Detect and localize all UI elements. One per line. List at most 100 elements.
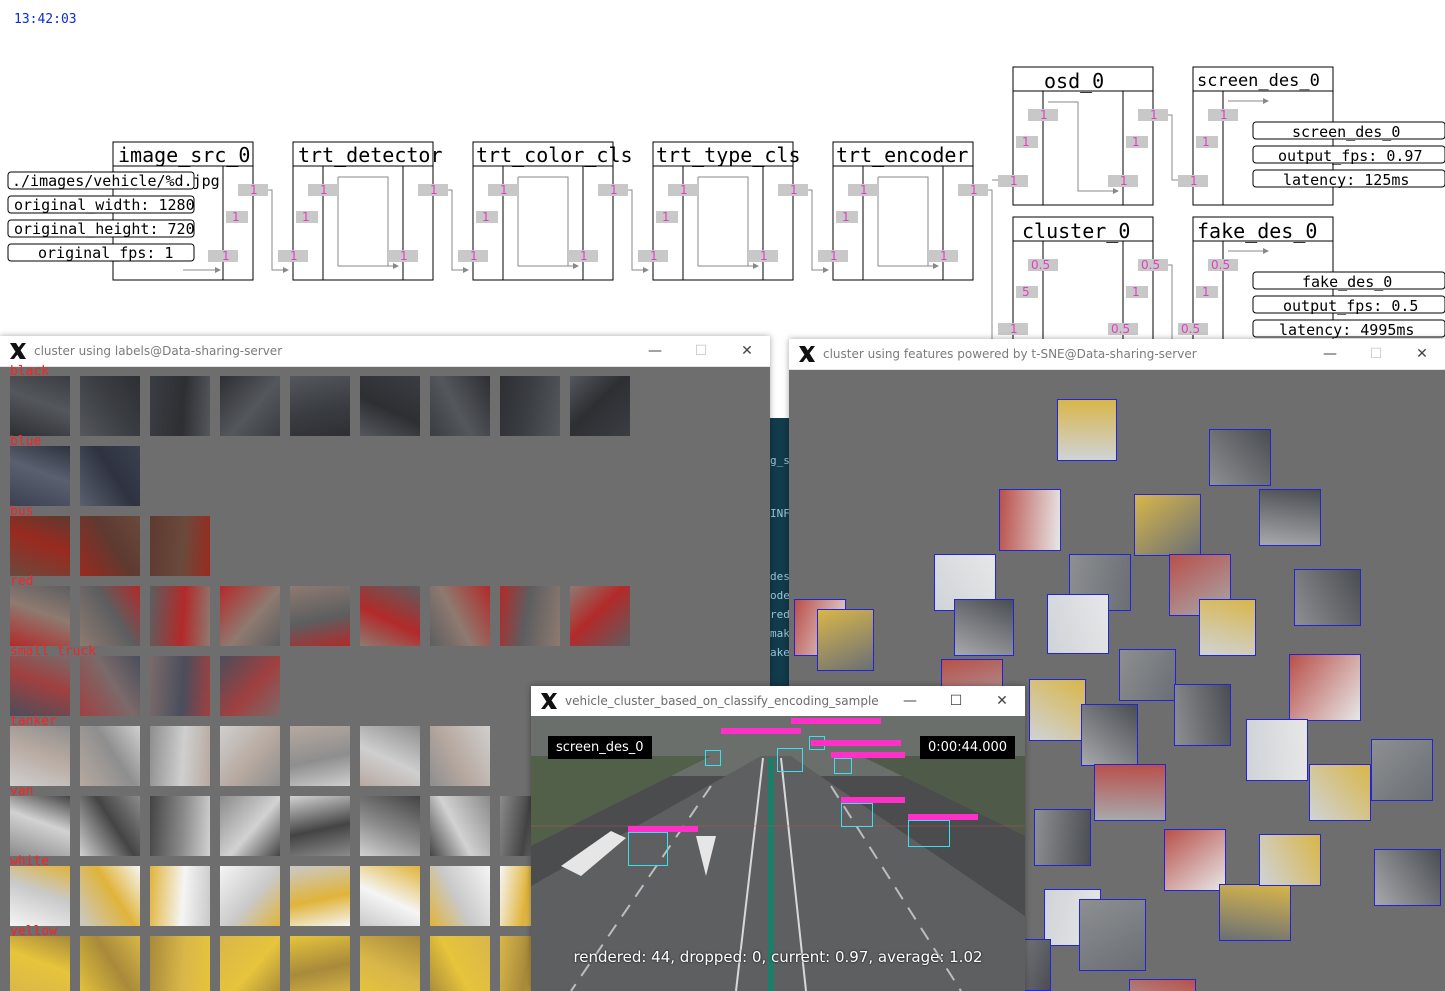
svg-text:1: 1 (790, 183, 798, 197)
svg-text:fake_des_0: fake_des_0 (1302, 273, 1392, 291)
vehicle-thumbnail (10, 586, 70, 646)
svg-text:./images/vehicle/%d.jpg: ./images/vehicle/%d.jpg (12, 172, 220, 190)
vehicle-thumbnail (220, 726, 280, 786)
vehicle-thumbnail (360, 726, 420, 786)
feature-thumbnail (817, 609, 874, 671)
vehicle-thumbnail (570, 586, 630, 646)
vehicle-thumbnail (150, 726, 210, 786)
node-trt-encoder[interactable]: trt_encoder 1 1 1 1 1 (818, 141, 988, 281)
feature-thumbnail (1029, 679, 1086, 741)
detection-tag (831, 752, 905, 758)
maximize-button[interactable]: ☐ (1353, 339, 1399, 369)
vehicle-thumbnail (10, 726, 70, 786)
feature-thumbnail (954, 599, 1014, 656)
vehicle-thumbnail (360, 866, 420, 926)
svg-text:1: 1 (1010, 174, 1018, 188)
svg-text:1: 1 (302, 210, 310, 224)
feature-thumbnail (1094, 764, 1166, 821)
detection-box (908, 820, 950, 847)
vehicle-thumbnail (290, 796, 350, 856)
node-trt-type-cls[interactable]: trt_type_cls 1 1 1 1 1 (638, 141, 808, 281)
svg-text:original_fps: 1: original_fps: 1 (38, 244, 173, 262)
vehicle-thumbnail (220, 656, 280, 716)
svg-text:original_width: 1280: original_width: 1280 (14, 196, 195, 214)
svg-text:5: 5 (1022, 285, 1030, 299)
vehicle-thumbnail (290, 376, 350, 436)
close-button[interactable]: ✕ (1399, 339, 1445, 369)
minimize-button[interactable]: — (1307, 339, 1353, 369)
vehicle-thumbnail (360, 936, 420, 991)
feature-thumbnail (1199, 599, 1256, 656)
vehicle-thumbnail (10, 656, 70, 716)
node-osd[interactable]: osd_0 1 1 1 1 1 1 (998, 66, 1168, 206)
vehicle-thumbnail (10, 866, 70, 926)
detection-tag (628, 826, 698, 832)
feature-thumbnail (1374, 849, 1441, 906)
detection-tag (841, 797, 905, 803)
minimize-button[interactable]: — (887, 686, 933, 716)
detection-tag (791, 718, 881, 724)
vehicle-thumbnail (570, 376, 630, 436)
node-trt-detector[interactable]: trt_detector 1 1 1 1 1 (278, 141, 448, 281)
video-window[interactable]: vehicle_cluster_based_on_classify_encodi… (531, 686, 1025, 991)
vehicle-thumbnail (80, 446, 140, 506)
feature-thumbnail (1134, 494, 1201, 556)
svg-text:1: 1 (1150, 108, 1158, 122)
vehicle-thumbnail (360, 376, 420, 436)
feature-thumbnail (1259, 834, 1321, 886)
fake-des-info: fake_des_0 output_fps: 0.5 latency: 4995… (1252, 271, 1445, 339)
maximize-button[interactable]: ☐ (933, 686, 979, 716)
vehicle-thumbnail (10, 796, 70, 856)
svg-text:1: 1 (232, 210, 240, 224)
svg-text:1: 1 (1010, 322, 1018, 336)
detection-tag (811, 740, 901, 746)
feature-thumbnail (1309, 764, 1371, 821)
svg-text:1: 1 (860, 183, 868, 197)
close-button[interactable]: ✕ (724, 336, 770, 366)
svg-text:1: 1 (650, 249, 658, 263)
svg-text:1: 1 (680, 183, 688, 197)
features-window-titlebar[interactable]: cluster using features powered by t-SNE@… (789, 339, 1445, 370)
close-button[interactable]: ✕ (979, 686, 1025, 716)
minimize-button[interactable]: — (632, 336, 678, 366)
feature-thumbnail (1174, 684, 1231, 746)
svg-text:original_height: 720: original_height: 720 (14, 220, 195, 238)
vehicle-thumbnail (10, 936, 70, 991)
svg-text:trt_type_cls: trt_type_cls (656, 143, 801, 167)
svg-text:1: 1 (1220, 108, 1228, 122)
vehicle-thumbnail (290, 936, 350, 991)
svg-text:1: 1 (400, 249, 408, 263)
svg-text:1: 1 (320, 183, 328, 197)
svg-text:output_fps: 0.5: output_fps: 0.5 (1283, 297, 1418, 315)
svg-text:1: 1 (842, 210, 850, 224)
playback-stats: rendered: 44, dropped: 0, current: 0.97,… (573, 948, 983, 966)
vehicle-thumbnail (150, 586, 210, 646)
svg-text:1: 1 (250, 183, 258, 197)
vehicle-thumbnail (150, 796, 210, 856)
labels-window-titlebar[interactable]: cluster using labels@Data-sharing-server… (0, 336, 770, 367)
maximize-button[interactable]: ☐ (678, 336, 724, 366)
svg-text:1: 1 (1022, 135, 1030, 149)
svg-text:1: 1 (830, 249, 838, 263)
node-trt-color-cls[interactable]: trt_color_cls 1 1 1 1 1 (458, 141, 633, 281)
vehicle-thumbnail (500, 376, 560, 436)
window-title: vehicle_cluster_based_on_classify_encodi… (565, 694, 879, 708)
svg-text:latency: 125ms: latency: 125ms (1283, 171, 1409, 189)
window-title: cluster using features powered by t-SNE@… (823, 347, 1197, 361)
svg-text:1: 1 (1040, 108, 1048, 122)
svg-text:fake_des_0: fake_des_0 (1197, 219, 1317, 243)
vehicle-thumbnail (220, 796, 280, 856)
vehicle-thumbnail (430, 866, 490, 926)
vehicle-thumbnail (290, 866, 350, 926)
svg-text:latency: 4995ms: latency: 4995ms (1279, 321, 1414, 339)
vehicle-thumbnail (10, 376, 70, 436)
svg-text:1: 1 (580, 249, 588, 263)
vehicle-thumbnail (430, 936, 490, 991)
x-app-icon (10, 343, 26, 359)
svg-text:1: 1 (940, 249, 948, 263)
vehicle-thumbnail (220, 586, 280, 646)
svg-text:0.5: 0.5 (1211, 258, 1230, 272)
video-window-titlebar[interactable]: vehicle_cluster_based_on_classify_encodi… (531, 686, 1025, 717)
feature-thumbnail (1294, 569, 1361, 626)
node-cluster[interactable]: cluster_0 0.5 5 1 0.5 1 0.5 (998, 216, 1168, 340)
